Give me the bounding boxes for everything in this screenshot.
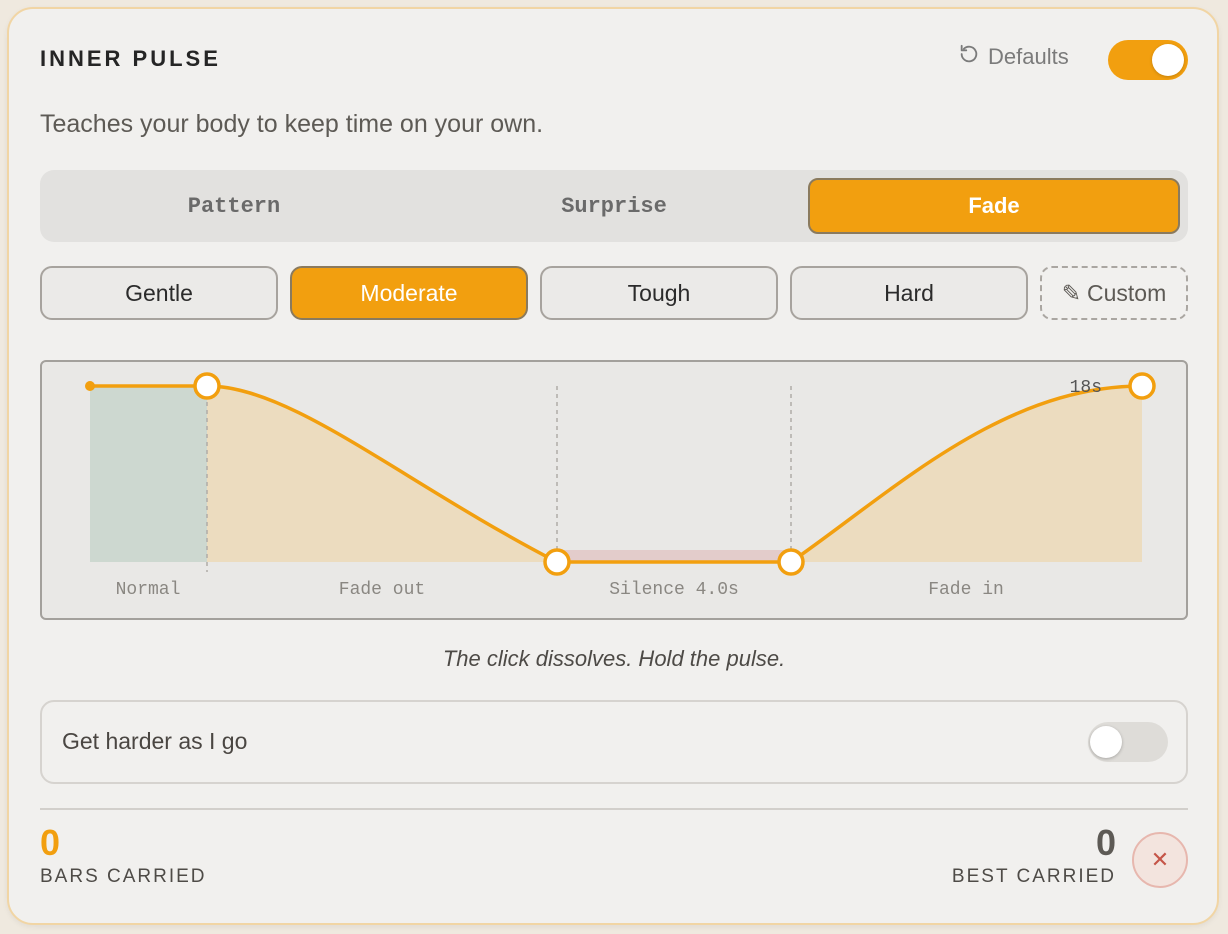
fade-in-area — [791, 386, 1142, 562]
phase-label-fade-in: Fade in — [928, 580, 1004, 600]
tab-pattern[interactable]: Pattern — [48, 178, 420, 234]
level-gentle-button[interactable]: Gentle — [40, 266, 278, 320]
silence-band — [557, 550, 791, 562]
fade-curve-chart: 18s Normal Fade out Silence 4.0s Fade in — [40, 360, 1188, 620]
divider — [40, 808, 1188, 810]
best-carried-label: BEST CARRIED — [951, 866, 1116, 887]
phase-label-silence: Silence 4.0s — [609, 580, 739, 600]
bars-carried-label: BARS CARRIED — [40, 866, 207, 887]
curve-handle[interactable] — [193, 372, 221, 400]
best-carried-value: 0 — [1095, 822, 1116, 863]
reset-stats-button[interactable]: ✕ — [1132, 832, 1188, 888]
custom-label: Custom — [1087, 279, 1167, 306]
level-hard-button[interactable]: Hard — [790, 266, 1028, 320]
curve-handle[interactable] — [1128, 372, 1156, 400]
level-custom-button[interactable]: ✎ Custom — [1040, 266, 1188, 320]
normal-zone — [90, 386, 207, 562]
curve-handle[interactable] — [777, 548, 805, 576]
panel-title: INNER PULSE — [40, 46, 221, 71]
bars-carried-value: 0 — [40, 822, 61, 863]
curve-handle[interactable] — [543, 548, 571, 576]
phase-label-fade-out: Fade out — [339, 580, 425, 600]
tab-surprise[interactable]: Surprise — [428, 178, 800, 234]
phase-label-normal: Normal — [116, 580, 181, 600]
curve-start-point — [85, 381, 95, 391]
tab-fade[interactable]: Fade — [808, 178, 1180, 234]
level-moderate-button[interactable]: Moderate — [290, 266, 528, 320]
close-icon: ✕ — [1150, 847, 1170, 872]
toggle-knob — [1152, 44, 1184, 76]
pencil-icon: ✎ — [1061, 279, 1082, 306]
fade-caption: The click dissolves. Hold the pulse. — [442, 646, 786, 671]
defaults-label: Defaults — [988, 44, 1069, 69]
harder-toggle[interactable] — [1088, 722, 1168, 762]
defaults-button[interactable]: Defaults — [958, 42, 1069, 72]
harder-setting-row: Get harder as I go — [40, 700, 1188, 784]
fade-curve-svg: 18s Normal Fade out Silence 4.0s Fade in — [85, 372, 1156, 600]
harder-label: Get harder as I go — [62, 728, 248, 754]
inner-pulse-toggle[interactable] — [1108, 40, 1188, 80]
reset-icon — [958, 43, 980, 71]
panel-description: Teaches your body to keep time on your o… — [40, 110, 544, 138]
fade-out-area — [207, 386, 557, 562]
mode-tabs: Pattern Surprise Fade — [40, 170, 1188, 242]
level-tough-button[interactable]: Tough — [540, 266, 778, 320]
total-duration-label: 18s — [1070, 378, 1102, 398]
toggle-knob — [1090, 726, 1122, 758]
